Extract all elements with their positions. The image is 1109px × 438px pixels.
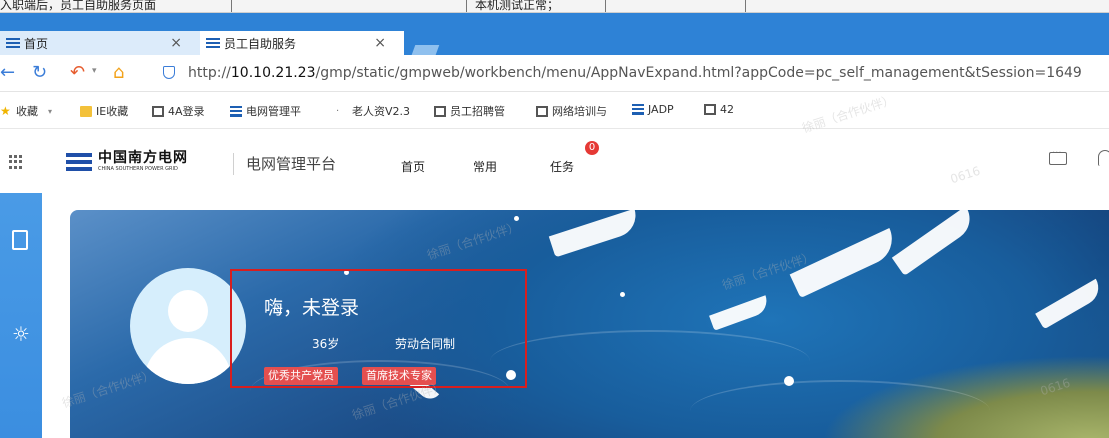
wave-decoration xyxy=(690,380,990,438)
bookmark-label: 员工招聘管 xyxy=(450,105,505,118)
avatar-body xyxy=(144,338,232,384)
user-tag: 首席技术专家 xyxy=(362,367,436,385)
bookmark-42[interactable]: 42 xyxy=(704,103,734,116)
header-divider xyxy=(233,153,234,175)
bird-decoration xyxy=(891,210,979,276)
bookmark-label: JADP xyxy=(648,103,674,116)
csg-icon xyxy=(632,104,644,115)
page-icon xyxy=(434,105,446,117)
csg-icon xyxy=(230,105,242,117)
tab-home[interactable]: 首页 × xyxy=(0,31,200,55)
shield-icon xyxy=(163,66,175,79)
strip-divider xyxy=(605,0,606,12)
avatar[interactable] xyxy=(130,268,246,384)
strip-divider xyxy=(466,0,467,12)
bell-icon[interactable] xyxy=(1098,150,1109,166)
bookmark-old-hr[interactable]: · 老人资V2.3 xyxy=(336,103,410,119)
tab-label: 员工自助服务 xyxy=(224,36,297,51)
platform-title: 电网管理平台 xyxy=(246,155,337,173)
user-tag: 优秀共产党员 xyxy=(264,367,338,385)
bookmark-training[interactable]: 网络培训与 xyxy=(536,103,607,119)
left-sidebar: ☼ xyxy=(0,193,42,438)
undo-icon[interactable]: ↶ xyxy=(70,62,85,83)
browser-tab-bar: 首页 × 员工自助服务 × xyxy=(0,13,1109,63)
close-icon[interactable]: × xyxy=(170,35,182,51)
chevron-down-icon[interactable]: ▾ xyxy=(92,66,97,76)
url-input[interactable]: http://10.10.21.23/gmp/static/gmpweb/wor… xyxy=(188,65,1082,81)
app-grid-icon[interactable] xyxy=(9,155,23,169)
menu-home[interactable]: 首页 xyxy=(401,158,425,175)
menu-common[interactable]: 常用 xyxy=(473,158,497,175)
refresh-icon[interactable]: ↻ xyxy=(32,62,47,83)
sun-icon[interactable]: ☼ xyxy=(8,321,34,347)
csg-logo-icon xyxy=(66,152,92,171)
app-header: 中国南方电网 CHINA SOUTHERN POWER GRID 电网管理平台 … xyxy=(0,137,1109,187)
csg-logo: 中国南方电网 CHINA SOUTHERN POWER GRID xyxy=(66,151,188,172)
csg-icon xyxy=(6,38,20,48)
page-icon xyxy=(536,105,548,117)
address-bar: ← ↻ ↶ ▾ ⌂ http://10.10.21.23/gmp/static/… xyxy=(0,55,1109,92)
user-age: 36岁 xyxy=(312,337,340,351)
bird-decoration xyxy=(789,227,901,299)
close-icon[interactable]: × xyxy=(374,35,386,51)
star-icon: ★ xyxy=(0,103,11,118)
csg-icon xyxy=(206,38,220,48)
bookmark-label: 网络培训与 xyxy=(552,105,607,118)
clipboard-icon[interactable] xyxy=(8,228,34,254)
home-icon[interactable]: ⌂ xyxy=(113,62,124,83)
bookmark-label: 42 xyxy=(720,103,734,116)
page-icon xyxy=(704,104,716,115)
user-greeting: 嗨，未登录 xyxy=(264,297,360,319)
user-contract-type: 劳动合同制 xyxy=(395,337,456,351)
bookmark-ie-favorites[interactable]: IE收藏 xyxy=(80,103,128,119)
strip-divider xyxy=(231,0,232,12)
bookmark-label: 4A登录 xyxy=(168,105,205,118)
tab-employee-self-service[interactable]: 员工自助服务 × xyxy=(200,31,404,55)
page-icon xyxy=(152,105,164,117)
bird-decoration xyxy=(548,210,642,258)
bookmarks-bar: ★ 收藏 ▾ IE收藏 4A登录 电网管理平 · 老人资V2.3 员工招聘管 网络培训… xyxy=(0,92,1109,129)
bird-decoration xyxy=(709,295,771,331)
profile-banner: 嗨，未登录 36岁 劳动合同制 优秀共产党员 首席技术专家 xyxy=(70,210,1109,438)
bookmark-label: IE收藏 xyxy=(96,105,129,118)
background-window-strip: 入职端后，员工自助服务页面 本机测试正常； xyxy=(0,0,1109,13)
task-count-badge: 0 xyxy=(585,141,599,155)
url-prefix: http:// xyxy=(188,65,231,81)
logo-cn-text: 中国南方电网 xyxy=(98,150,188,166)
avatar-head xyxy=(168,290,208,332)
strip-left-text: 入职端后，员工自助服务页面 xyxy=(0,0,157,12)
bookmark-4a-login[interactable]: 4A登录 xyxy=(152,103,205,119)
bookmark-label: 电网管理平 xyxy=(246,105,301,118)
folder-icon xyxy=(80,105,92,117)
tab-label: 首页 xyxy=(24,36,49,51)
logo-en-text: CHINA SOUTHERN POWER GRID xyxy=(98,166,178,172)
url-host: 10.10.21.23 xyxy=(230,65,316,81)
strip-divider xyxy=(745,0,746,12)
chevron-down-icon: ▾ xyxy=(48,106,53,116)
menu-tasks[interactable]: 任务 xyxy=(550,158,574,175)
bird-decoration xyxy=(1035,278,1105,330)
bookmark-grid-platform[interactable]: 电网管理平 xyxy=(230,103,301,119)
star-decoration xyxy=(620,292,625,297)
star-decoration xyxy=(514,216,519,221)
user-info-card: 嗨，未登录 36岁 劳动合同制 优秀共产党员 首席技术专家 xyxy=(230,269,527,388)
back-icon[interactable]: ← xyxy=(0,62,15,83)
bookmark-recruitment[interactable]: 员工招聘管 xyxy=(434,103,505,119)
bookmark-jadp[interactable]: JADP xyxy=(632,103,674,116)
bookmark-label: 收藏 xyxy=(16,105,38,118)
strip-mid-text: 本机测试正常； xyxy=(475,0,560,12)
dot-icon: · xyxy=(336,105,340,117)
url-path: /gmp/static/gmpweb/workbench/menu/AppNav… xyxy=(315,65,1082,81)
bookmark-favorites[interactable]: ★ 收藏 ▾ xyxy=(0,103,52,119)
wave-decoration xyxy=(490,330,810,392)
star-decoration xyxy=(784,376,794,386)
message-icon[interactable] xyxy=(1049,148,1067,165)
bookmark-label: 老人资V2.3 xyxy=(352,105,411,118)
